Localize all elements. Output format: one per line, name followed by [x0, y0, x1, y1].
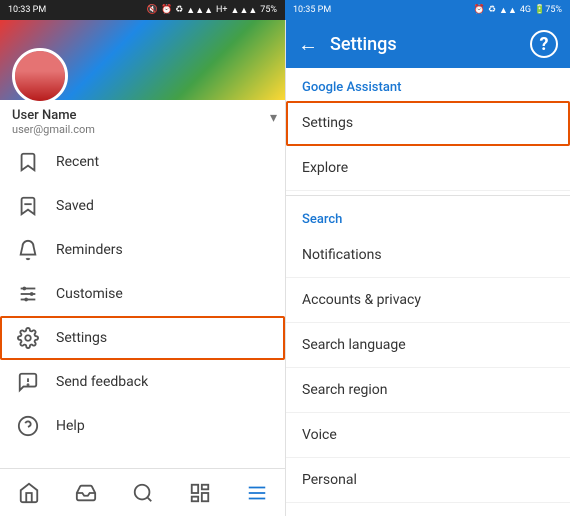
chevron-down-icon[interactable]: ▾	[270, 110, 277, 126]
profile-name: User Name	[12, 108, 261, 123]
left-panel: User Name user@gmail.com ▾ Recent	[0, 20, 285, 516]
bookmark-icon	[16, 150, 40, 174]
divider	[286, 195, 570, 196]
left-time: 10:33 PM	[8, 5, 46, 15]
bottom-nav-menu[interactable]	[237, 473, 277, 513]
sidebar-item-reminders[interactable]: Reminders	[0, 228, 285, 272]
feedback-icon	[16, 370, 40, 394]
nav-list: Recent Saved Reminders	[0, 140, 285, 468]
sidebar-item-label: Customise	[56, 286, 123, 302]
right-status-icons: ⏰ ♻ ▲▲ 4G 🔋75%	[474, 5, 562, 16]
main-content: User Name user@gmail.com ▾ Recent	[0, 20, 570, 516]
profile-email: user@gmail.com	[12, 123, 261, 136]
sidebar-item-label: Reminders	[56, 242, 123, 258]
avatar	[12, 48, 68, 104]
status-bars: 10:33 PM 🔇 ⏰ ♻ ▲▲▲ H+ ▲▲▲ 75% 10:35 PM ⏰…	[0, 0, 570, 20]
settings-item-accounts-privacy[interactable]: Accounts & privacy	[286, 278, 570, 323]
bottom-nav-collections[interactable]	[180, 473, 220, 513]
sidebar-item-send-feedback[interactable]: Send feedback	[0, 360, 285, 404]
section-label-search: Search	[286, 200, 570, 233]
sidebar-item-saved[interactable]: Saved	[0, 184, 285, 228]
bottom-nav-inbox[interactable]	[66, 473, 106, 513]
bottom-nav-search[interactable]	[123, 473, 163, 513]
sidebar-item-label: Help	[56, 418, 85, 434]
bottom-nav	[0, 468, 285, 516]
sidebar-item-label: Recent	[56, 154, 99, 170]
sidebar-item-customise[interactable]: Customise	[0, 272, 285, 316]
settings-item-notifications[interactable]: Notifications	[286, 233, 570, 278]
settings-item-personal[interactable]: Personal	[286, 458, 570, 503]
settings-item-search-region[interactable]: Search region	[286, 368, 570, 413]
settings-item-ga-settings[interactable]: Settings	[286, 101, 570, 146]
left-status-icons: 🔇 ⏰ ♻ ▲▲▲ H+ ▲▲▲ 75%	[147, 5, 277, 16]
sidebar-item-label: Send feedback	[56, 374, 148, 390]
sidebar-item-settings[interactable]: Settings	[0, 316, 285, 360]
profile-header: User Name user@gmail.com ▾	[0, 20, 285, 140]
settings-item-search-language[interactable]: Search language	[286, 323, 570, 368]
sidebar-item-recent[interactable]: Recent	[0, 140, 285, 184]
settings-item-voice[interactable]: Voice	[286, 413, 570, 458]
sidebar-item-label: Saved	[56, 198, 94, 214]
help-circle-icon[interactable]: ?	[530, 30, 558, 58]
settings-item-offline-search[interactable]: Offline search	[286, 503, 570, 516]
left-status-bar: 10:33 PM 🔇 ⏰ ♻ ▲▲▲ H+ ▲▲▲ 75%	[0, 0, 285, 20]
settings-list: Google Assistant Settings Explore Search…	[286, 68, 570, 516]
saved-icon	[16, 194, 40, 218]
section-label-google-assistant: Google Assistant	[286, 68, 570, 101]
right-time: 10:35 PM	[293, 5, 331, 15]
bottom-nav-home[interactable]	[9, 473, 49, 513]
gear-icon	[16, 326, 40, 350]
sidebar-item-label: Settings	[56, 330, 107, 346]
sidebar-item-help[interactable]: Help	[0, 404, 285, 448]
right-header: ← Settings ?	[286, 20, 570, 68]
settings-item-ga-explore[interactable]: Explore	[286, 146, 570, 191]
reminders-icon	[16, 238, 40, 262]
profile-info: User Name user@gmail.com	[12, 108, 261, 136]
help-icon	[16, 414, 40, 438]
page-title: Settings	[330, 34, 518, 55]
back-icon[interactable]: ←	[298, 32, 318, 57]
right-panel: ← Settings ? Google Assistant Settings E…	[285, 20, 570, 516]
tune-icon	[16, 282, 40, 306]
right-status-bar: 10:35 PM ⏰ ♻ ▲▲ 4G 🔋75%	[285, 0, 570, 20]
